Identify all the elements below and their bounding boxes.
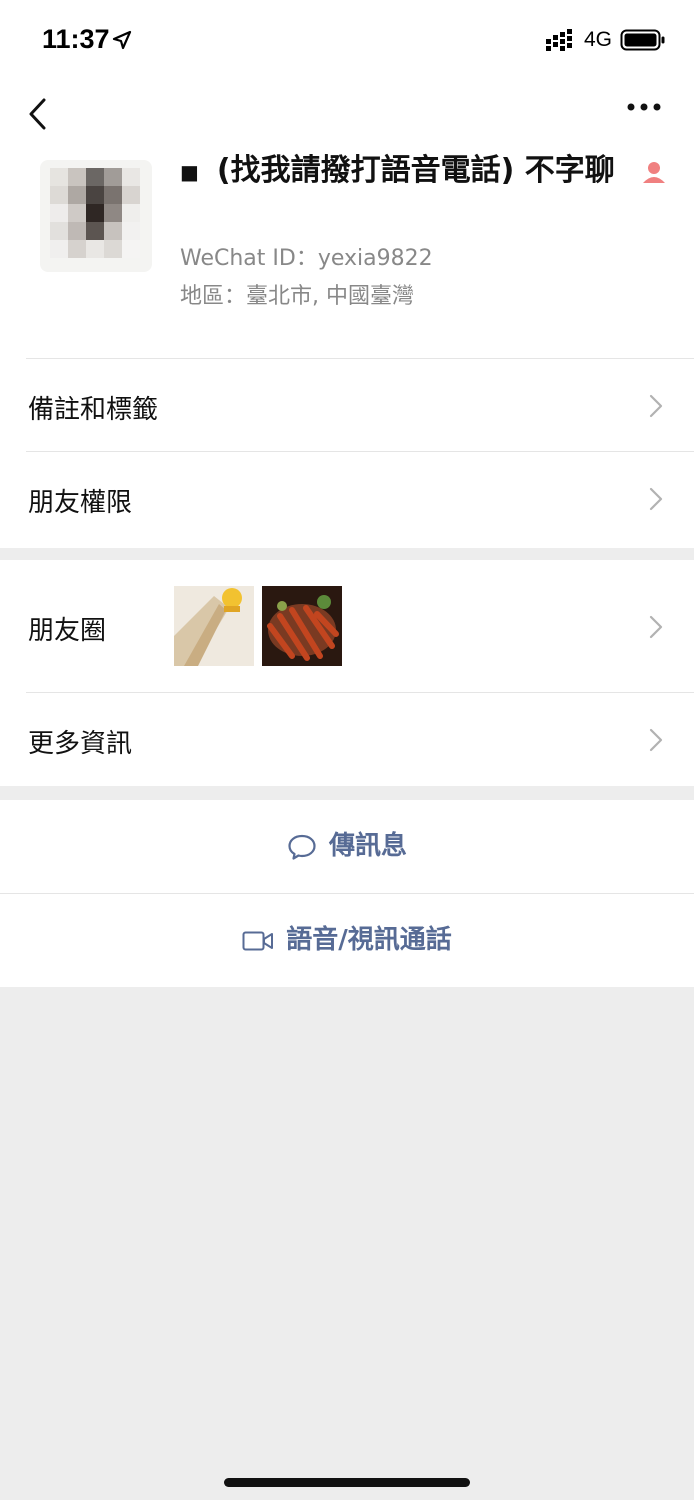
home-indicator[interactable] [224,1478,470,1487]
send-message-content: 傳訊息 [287,800,407,893]
profile-name-text: (找我請撥打語音電話) 不字聊 [216,153,615,188]
status-time: 11:37 [42,24,110,54]
more-info-row[interactable]: 更多資訊 [0,693,694,786]
send-message-label: 傳訊息 [328,831,407,861]
video-camera-icon [242,931,274,950]
friend-permissions-label: 朋友權限 [28,488,133,518]
friend-permissions-row[interactable]: 朋友權限 [0,452,694,546]
chevron-right-icon [649,487,663,511]
moments-row[interactable]: 朋友圈 [0,560,694,692]
remarks-tags-row[interactable]: 備註和標籤 [0,359,694,451]
remarks-tags-label: 備註和標籤 [28,395,159,425]
more-icon[interactable] [626,102,662,112]
moments-photo-1 [174,586,254,666]
name-prefix-mark: ■ [180,159,199,184]
avatar-image [40,160,152,272]
chevron-right-icon [649,615,663,639]
voice-video-call-label: 語音/視訊通話 [286,925,452,955]
voice-video-call-content: 語音/視訊通話 [242,894,452,987]
send-message-button[interactable]: 傳訊息 [0,800,694,893]
more-info-label: 更多資訊 [28,729,133,759]
person-icon [642,161,665,183]
chevron-right-icon [649,728,663,752]
region: 地區：臺北市, 中國臺灣 [180,284,414,309]
avatar[interactable] [40,160,152,272]
profile-section: ■ (找我請撥打語音電話) 不字聊 WeChat ID：yexia9822 地區：… [0,82,694,548]
location-arrow-icon [112,30,132,50]
moments-label: 朋友圈 [28,616,107,646]
profile-name: ■ (找我請撥打語音電話) 不字聊 [180,150,670,193]
moments-photo-2 [262,586,342,666]
back-icon[interactable] [24,94,52,134]
chevron-right-icon [649,394,663,418]
moments-group: 朋友圈 更多資訊 [0,560,694,786]
battery-icon [620,29,665,51]
signal-icon [546,29,572,51]
chat-bubble-icon [288,834,316,860]
voice-video-call-button[interactable]: 語音/視訊通話 [0,894,694,987]
wechat-id: WeChat ID：yexia9822 [180,246,433,271]
status-bar: 11:37 4G [0,0,694,82]
network-type: 4G [584,28,613,51]
